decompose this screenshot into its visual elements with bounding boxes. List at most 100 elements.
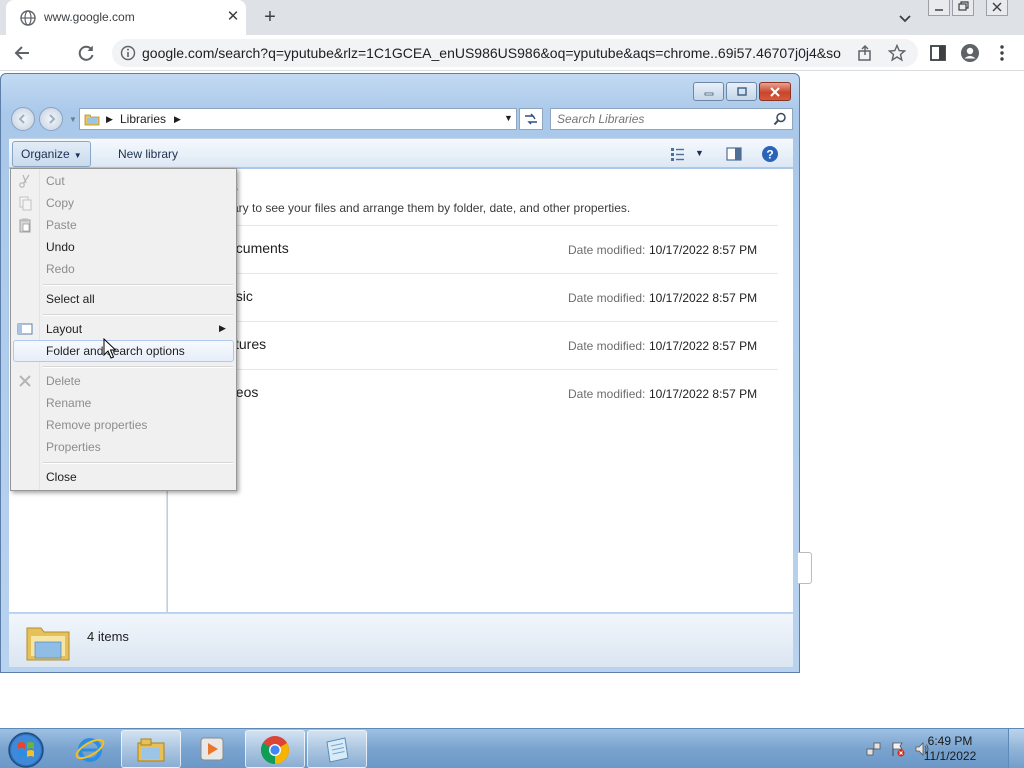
url-text: google.com/search?q=yputube&rlz=1C1GCEA_…	[142, 45, 842, 61]
layout-icon	[17, 323, 33, 335]
menu-item-label: Delete	[46, 374, 81, 388]
libraries-folder-icon	[26, 627, 70, 661]
back-icon[interactable]	[11, 107, 35, 131]
notepad-icon	[326, 737, 349, 763]
search-libraries-box[interactable]	[550, 108, 793, 130]
internet-explorer-icon	[75, 738, 105, 762]
explorer-navigation-row: ▼ ▶ Libraries ▶ ▼	[9, 106, 793, 132]
taskbar: 6:49 PM 11/1/2022	[0, 728, 1024, 768]
date-modified-value: 10/17/2022 8:57 PM	[649, 243, 758, 257]
menu-item-paste[interactable]: Paste	[13, 214, 234, 236]
organize-button[interactable]: Organize ▼	[12, 141, 91, 167]
clock-date: 11/1/2022	[923, 749, 977, 763]
taskbar-chrome[interactable]	[245, 730, 305, 768]
forward-icon[interactable]	[39, 107, 63, 131]
library-row-music[interactable]: usic Date modified: 10/17/2022 8:57 PM	[168, 273, 778, 321]
address-history-chevron-down-icon[interactable]: ▼	[504, 113, 513, 123]
explorer-address-bar[interactable]: ▶ Libraries ▶ ▼	[79, 108, 517, 130]
paste-icon	[19, 218, 31, 233]
minimize-window-button[interactable]	[928, 0, 950, 16]
menu-item-label: Paste	[46, 218, 77, 232]
menu-separator	[43, 462, 233, 464]
new-library-button[interactable]: New library	[109, 141, 187, 167]
menu-item-redo[interactable]: Redo	[13, 258, 234, 280]
taskbar-notepad[interactable]	[307, 730, 367, 768]
menu-item-select-all[interactable]: Select all	[13, 288, 234, 310]
start-button-windows-icon[interactable]	[6, 731, 46, 768]
network-icon[interactable]	[866, 741, 882, 757]
menu-item-label: Properties	[46, 440, 101, 454]
libraries-description: rary to see your files and arrange them …	[228, 201, 631, 215]
view-options-icon[interactable]	[669, 145, 687, 163]
profile-avatar[interactable]	[958, 41, 982, 65]
browser-tab[interactable]: www.google.com ✕	[6, 0, 246, 35]
organize-label: Organize	[21, 147, 70, 161]
system-clock[interactable]: 6:49 PM 11/1/2022	[920, 734, 980, 764]
back-button[interactable]	[10, 41, 34, 65]
menu-item-folder-and-search-options[interactable]: Folder and search options	[13, 340, 234, 362]
explorer-close-button[interactable]	[759, 82, 791, 101]
menu-item-remove-properties[interactable]: Remove properties	[13, 414, 234, 436]
chrome-menu-icon[interactable]	[990, 41, 1014, 65]
chrome-icon	[261, 736, 289, 764]
menu-item-close[interactable]: Close	[13, 466, 234, 488]
taskbar-media-player[interactable]	[182, 730, 242, 768]
submenu-arrow-icon: ▶	[219, 323, 226, 333]
menu-item-undo[interactable]: Undo	[13, 236, 234, 258]
help-icon[interactable]: ?	[761, 145, 779, 163]
library-row-pictures[interactable]: ctures Date modified: 10/17/2022 8:57 PM	[168, 321, 778, 369]
menu-item-delete[interactable]: Delete	[13, 370, 234, 392]
view-menu-chevron-down-icon[interactable]: ▼	[695, 148, 713, 166]
action-center-flag-icon[interactable]	[890, 741, 906, 757]
scissors-icon	[19, 174, 30, 188]
menu-item-properties[interactable]: Properties	[13, 436, 234, 458]
restore-window-button[interactable]	[952, 0, 974, 16]
taskbar-internet-explorer[interactable]	[60, 730, 120, 768]
menu-item-label: Select all	[46, 292, 95, 306]
recent-pages-chevron-down-icon[interactable]: ▼	[69, 115, 77, 124]
date-modified-value: 10/17/2022 8:57 PM	[649, 291, 758, 305]
reload-button[interactable]	[74, 41, 98, 65]
preview-pane-icon[interactable]	[725, 145, 743, 163]
library-row-videos[interactable]: deos Date modified: 10/17/2022 8:57 PM	[168, 369, 778, 417]
menu-separator	[43, 366, 233, 368]
address-bar[interactable]: google.com/search?q=yputube&rlz=1C1GCEA_…	[112, 39, 918, 67]
menu-separator	[43, 284, 233, 286]
chrome-tab-strip: www.google.com ✕ +	[0, 0, 1024, 35]
taskbar-windows-explorer[interactable]	[121, 730, 181, 768]
refresh-button[interactable]	[519, 108, 543, 130]
menu-item-rename[interactable]: Rename	[13, 392, 234, 414]
search-libraries-input[interactable]	[557, 112, 767, 126]
close-tab-icon[interactable]: ✕	[224, 8, 242, 26]
copy-icon	[19, 196, 32, 211]
new-tab-button[interactable]: +	[258, 5, 282, 29]
explorer-minimize-button[interactable]	[693, 82, 724, 101]
explorer-maximize-button[interactable]	[726, 82, 757, 101]
tab-search-icon[interactable]	[896, 9, 914, 27]
media-player-icon	[200, 737, 224, 761]
breadcrumb-arrow-icon[interactable]: ▶	[174, 114, 181, 125]
library-row-documents[interactable]: ocuments Date modified: 10/17/2022 8:57 …	[168, 225, 778, 273]
show-desktop-button[interactable]	[1008, 729, 1024, 768]
details-pane: 4 items	[9, 613, 793, 667]
site-info-icon[interactable]	[120, 45, 136, 61]
chevron-down-icon: ▼	[73, 151, 82, 160]
explorer-command-bar: Organize ▼ New library ▼ ?	[9, 138, 793, 168]
page-edge-tab	[798, 552, 812, 584]
menu-item-copy[interactable]: Copy	[13, 192, 234, 214]
breadcrumb-libraries[interactable]: Libraries	[120, 112, 166, 126]
breadcrumb-arrow-icon[interactable]: ▶	[106, 114, 113, 125]
close-window-button[interactable]	[986, 0, 1008, 16]
browser-toolbar: google.com/search?q=yputube&rlz=1C1GCEA_…	[0, 35, 1024, 71]
search-icon[interactable]	[773, 112, 787, 126]
date-modified-value: 10/17/2022 8:57 PM	[649, 387, 758, 401]
date-modified-value: 10/17/2022 8:57 PM	[649, 339, 758, 353]
side-panel-icon[interactable]	[926, 41, 950, 65]
item-count: 4 items	[87, 629, 129, 644]
menu-item-label: Copy	[46, 196, 75, 210]
menu-item-layout[interactable]: Layout ▶	[13, 318, 234, 340]
share-icon[interactable]	[856, 44, 874, 62]
bookmark-star-icon[interactable]	[888, 44, 906, 62]
mouse-cursor-icon	[103, 338, 117, 359]
menu-item-cut[interactable]: Cut	[13, 170, 234, 192]
